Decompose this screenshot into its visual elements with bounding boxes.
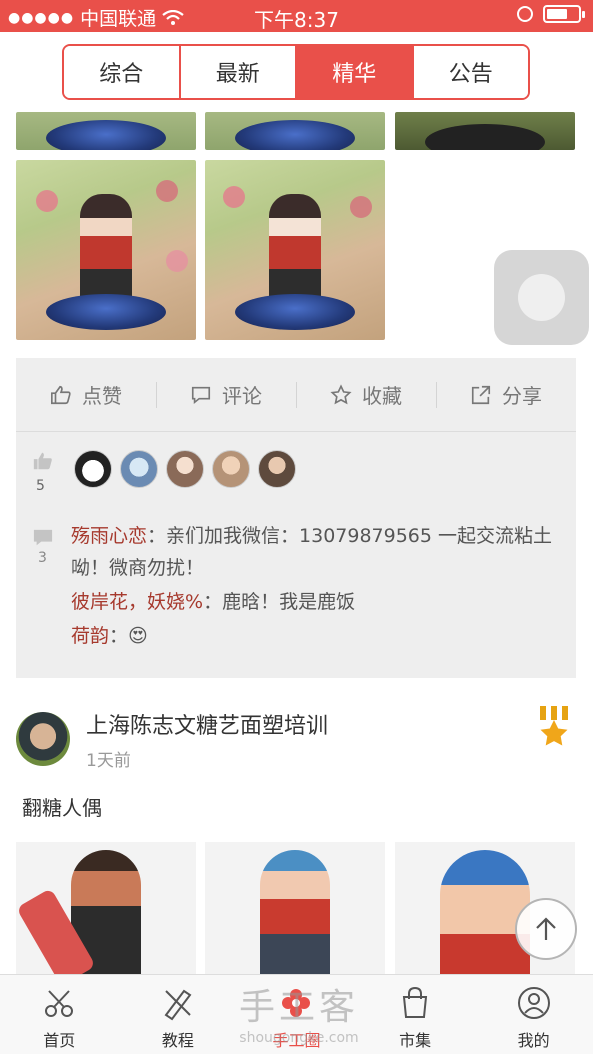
favorite-label: 收藏 — [362, 384, 402, 408]
comment-icon — [33, 529, 53, 546]
tab-bar: 综合 最新 精华 公告 — [0, 32, 593, 112]
battery-icon — [543, 5, 585, 23]
assistive-touch-button[interactable] — [494, 250, 589, 345]
post-image[interactable] — [205, 160, 385, 340]
feed[interactable]: 点赞 评论 收藏 分享 5 3 殇雨心恋：亲们加我微信：13079879565 … — [0, 112, 593, 974]
nav-craft-circle[interactable]: 手工圈 — [237, 975, 356, 1054]
author-name[interactable]: 上海陈志文糖艺面塑培训 — [86, 708, 328, 740]
star-icon — [330, 383, 352, 404]
share-label: 分享 — [502, 384, 542, 408]
medal-icon — [540, 706, 568, 746]
nav-tutorials[interactable]: 教程 — [119, 975, 238, 1054]
scroll-to-top-button[interactable] — [515, 898, 577, 960]
nav-tutorials-label: 教程 — [161, 1031, 194, 1050]
comment-item[interactable]: 殇雨心恋：亲们加我微信：13079879565 一起交流粘土呦！微商勿扰！ — [71, 520, 561, 584]
arrow-up-icon — [536, 917, 556, 940]
favorite-button[interactable]: 收藏 — [296, 358, 436, 431]
post-title[interactable]: 翻糖人偶 — [22, 792, 102, 821]
post-image[interactable] — [16, 160, 196, 340]
comment-user[interactable]: 殇雨心恋 — [71, 525, 147, 547]
comment-icon — [191, 386, 211, 404]
like-button[interactable]: 点赞 — [16, 358, 156, 431]
comment-count: 3 — [38, 550, 47, 566]
bottom-nav: 首页 教程 手工圈 市集 我的 — [0, 974, 593, 1054]
liker-avatars — [74, 450, 296, 488]
post-image[interactable] — [205, 112, 385, 150]
share-icon — [471, 385, 491, 404]
nav-craft-circle-label: 手工圈 — [272, 1031, 321, 1050]
avatar[interactable] — [166, 450, 204, 488]
comment-text: ：😍 — [109, 625, 148, 647]
post-header: 上海陈志文糖艺面塑培训 1天前 — [0, 702, 593, 782]
tab-latest[interactable]: 最新 — [180, 46, 297, 98]
like-count: 5 — [36, 478, 45, 494]
person-icon — [517, 987, 550, 1019]
avatar[interactable] — [258, 450, 296, 488]
status-time: 下午8:37 — [254, 8, 339, 32]
tab-comprehensive[interactable]: 综合 — [64, 46, 181, 98]
post-image[interactable] — [16, 112, 196, 150]
nav-home[interactable]: 首页 — [0, 975, 119, 1054]
avatar[interactable] — [120, 450, 158, 488]
author-avatar[interactable] — [16, 712, 70, 766]
ruler-pencil-icon — [164, 989, 192, 1021]
scissors-icon — [45, 990, 74, 1017]
thumbs-up-icon — [33, 452, 52, 470]
comment-item[interactable]: 荷韵：😍 — [71, 620, 561, 652]
likes-row: 5 — [16, 432, 576, 504]
comment-user[interactable]: 彼岸花，妖娆% — [71, 591, 203, 613]
nav-market-label: 市集 — [399, 1031, 432, 1050]
comment-label: 评论 — [222, 384, 262, 408]
thumbs-up-icon — [51, 385, 71, 404]
avatar[interactable] — [74, 450, 112, 488]
segmented-control: 综合 最新 精华 公告 — [62, 44, 530, 100]
comment-item[interactable]: 彼岸花，妖娆%：鹿晗！我是鹿饭 — [71, 586, 561, 618]
comment-user[interactable]: 荷韵 — [71, 625, 109, 647]
share-button[interactable]: 分享 — [436, 358, 576, 431]
shopping-bag-icon — [402, 986, 428, 1018]
like-label: 点赞 — [82, 384, 122, 408]
post-time: 1天前 — [86, 751, 131, 771]
comment-text: ：鹿晗！我是鹿饭 — [203, 591, 356, 613]
post-image[interactable] — [16, 842, 196, 974]
tab-announcements[interactable]: 公告 — [413, 46, 528, 98]
tab-featured[interactable]: 精华 — [297, 46, 414, 98]
action-bar: 点赞 评论 收藏 分享 — [16, 358, 576, 432]
comment-button[interactable]: 评论 — [156, 358, 296, 431]
avatar[interactable] — [212, 450, 250, 488]
nav-home-label: 首页 — [43, 1031, 76, 1050]
nav-profile-label: 我的 — [517, 1031, 550, 1050]
status-bar: ●●●●● 中国联通 下午8:37 — [0, 0, 593, 32]
nav-market[interactable]: 市集 — [356, 975, 475, 1054]
post-image[interactable] — [395, 112, 575, 150]
post-image[interactable] — [205, 842, 385, 974]
post-interaction-card: 点赞 评论 收藏 分享 5 3 殇雨心恋：亲们加我微信：13079879565 … — [16, 358, 576, 678]
flower-icon — [282, 989, 311, 1017]
rotation-lock-icon — [517, 6, 533, 22]
nav-profile[interactable]: 我的 — [474, 975, 593, 1054]
